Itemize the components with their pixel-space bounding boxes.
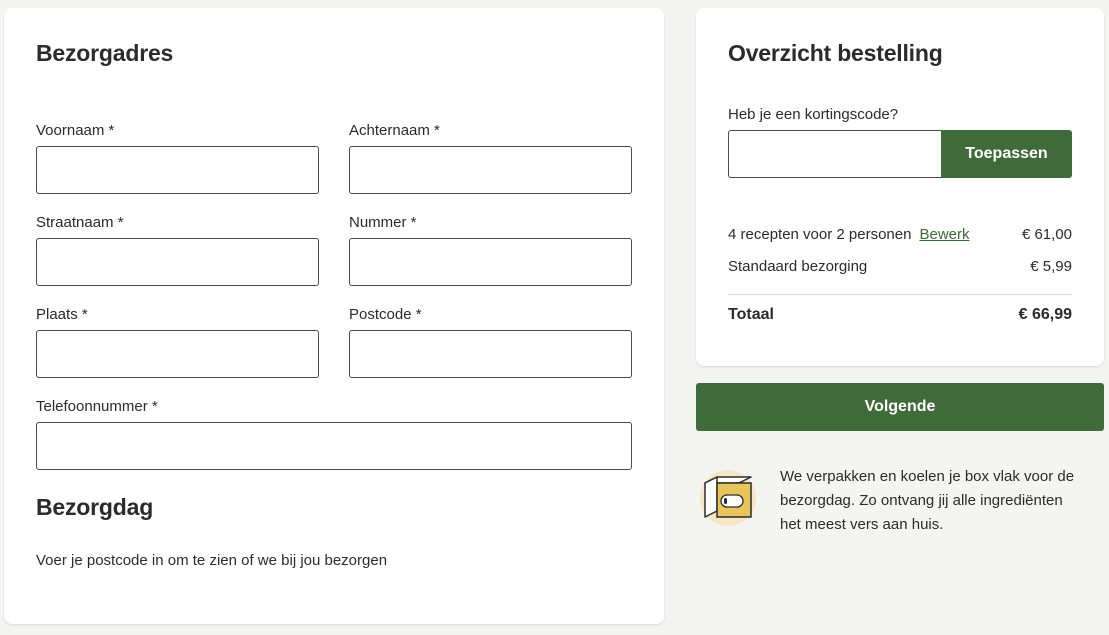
order-line-price: € 5,99: [1030, 258, 1072, 275]
address-title: Bezorgadres: [36, 40, 174, 66]
order-line-price: € 61,00: [1021, 226, 1072, 243]
phone-input[interactable]: [36, 422, 632, 470]
last-name-label: Achternaam *: [349, 122, 440, 139]
street-label: Straatnaam *: [36, 214, 124, 231]
first-name-input[interactable]: [36, 146, 319, 194]
box-icon: [699, 469, 757, 527]
order-line-delivery: Standaard bezorging € 5,99: [728, 258, 1072, 275]
order-total-row: Totaal € 66,99: [728, 306, 1072, 324]
freshness-info-text: We verpakken en koelen je box vlak voor …: [780, 468, 1075, 533]
next-button[interactable]: Volgende: [696, 383, 1104, 431]
delivery-day-title: Bezorgdag: [36, 494, 154, 520]
city-label: Plaats *: [36, 306, 88, 323]
last-name-input[interactable]: [349, 146, 632, 194]
city-input[interactable]: [36, 330, 319, 378]
order-line-label: 4 recepten voor 2 personen: [728, 226, 912, 243]
postcode-input[interactable]: [349, 330, 632, 378]
summary-divider: [728, 294, 1072, 295]
coupon-label: Heb je een kortingscode?: [728, 106, 899, 123]
order-line-label: Standaard bezorging: [728, 258, 868, 275]
postcode-label: Postcode *: [349, 306, 422, 323]
number-input[interactable]: [349, 238, 632, 286]
order-summary-title: Overzicht bestelling: [728, 40, 943, 66]
address-card: Bezorgadres Voornaam * Achternaam * Stra…: [4, 8, 664, 624]
delivery-day-hint: Voer je postcode in om te zien of we bij…: [36, 552, 388, 569]
first-name-label: Voornaam *: [36, 122, 115, 139]
total-price: € 66,99: [1018, 306, 1072, 323]
order-summary-card: Overzicht bestelling Heb je een kortings…: [696, 8, 1104, 366]
order-line-recipes: 4 recepten voor 2 personen Bewerk € 61,0…: [728, 226, 1072, 243]
apply-coupon-button[interactable]: Toepassen: [941, 130, 1072, 178]
number-label: Nummer *: [349, 214, 417, 231]
coupon-input[interactable]: [728, 130, 942, 178]
total-label: Totaal: [728, 306, 774, 323]
edit-link[interactable]: Bewerk: [919, 226, 969, 243]
phone-label: Telefoonnummer *: [36, 398, 158, 415]
street-input[interactable]: [36, 238, 319, 286]
